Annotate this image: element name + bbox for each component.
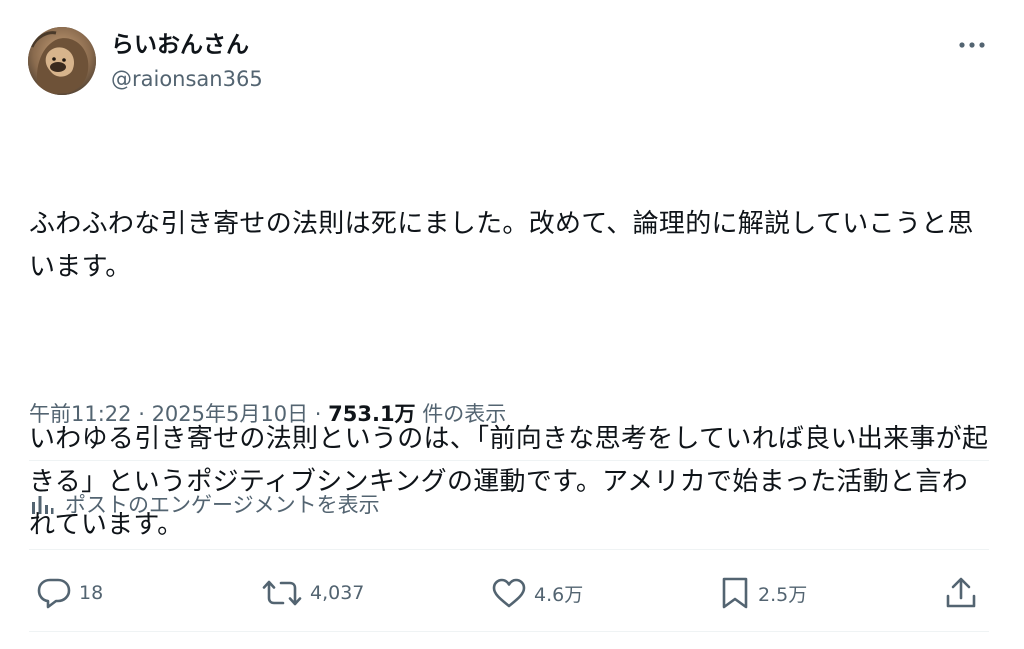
tweet-meta: 午前11:22 · 2025年5月10日 · 753.1万 件の表示 [29,398,506,430]
reply-icon [37,578,71,609]
action-bar: 18 4,037 4.6万 2.5万 [0,568,1024,618]
like-count: 4.6万 [534,583,584,606]
more-options-button[interactable] [952,30,992,60]
repost-button[interactable]: 4,037 [262,568,364,618]
view-engagement-link[interactable]: ポストのエンゲージメントを表示 [29,484,380,524]
avatar[interactable] [28,27,96,95]
analytics-icon [32,496,54,514]
tweet-paragraph: ふわふわな引き寄せの法則は死にました。改めて、論理的に解説していこうと思います。 [29,209,974,282]
tweet-card: らいおんさん @raionsan365 ふわふわな引き寄せの法則は死にました。改… [0,0,1024,649]
user-handle[interactable]: @raionsan365 [111,66,263,92]
repost-icon [262,580,302,606]
repost-count: 4,037 [310,582,365,604]
divider [29,460,989,461]
display-name[interactable]: らいおんさん [111,31,249,59]
lion-avatar-icon [28,27,96,95]
bookmark-count: 2.5万 [758,583,808,606]
tweet-text: ふわふわな引き寄せの法則は死にました。改めて、論理的に解説していこうと思います。… [29,117,989,633]
bookmark-icon [722,577,748,609]
share-icon [946,577,976,608]
meta-separator: · [308,402,329,426]
heart-icon [492,578,526,608]
reply-button[interactable]: 18 [37,568,103,618]
share-button[interactable] [944,568,978,618]
like-button[interactable]: 4.6万 [492,568,583,618]
divider [29,549,989,550]
bookmark-button[interactable]: 2.5万 [720,568,807,618]
divider [29,631,989,632]
more-dots-icon [959,42,985,48]
tweet-date[interactable]: 2025年5月10日 [152,402,309,426]
views-count: 753.1万 [328,402,416,426]
views-label: 件の表示 [415,402,507,426]
engagement-label: ポストのエンゲージメントを表示 [65,493,380,517]
meta-separator: · [131,402,152,426]
reply-count: 18 [79,582,104,604]
tweet-time[interactable]: 午前11:22 [29,402,132,426]
tweet-paragraph: いわゆる引き寄せの法則というのは、「前向きな思考をしていれば良い出来事が起きる」… [29,424,989,540]
